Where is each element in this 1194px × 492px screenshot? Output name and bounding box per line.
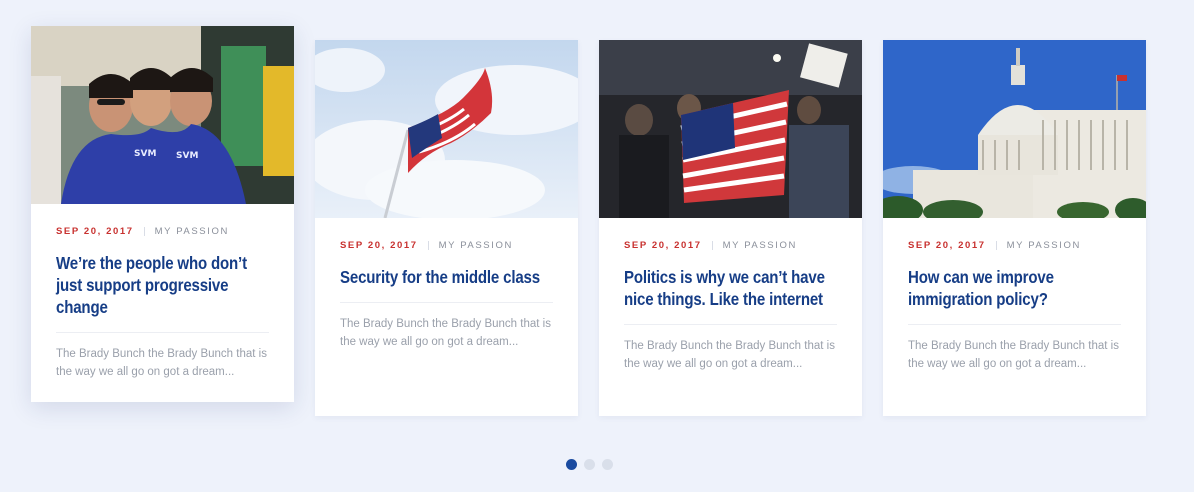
american-flag-sky-photo[interactable] (315, 40, 578, 218)
post-category[interactable]: MY PASSION (155, 226, 229, 237)
svg-text:SVM: SVM (176, 151, 198, 161)
post-meta: SEP 20, 2017 MY PASSION (56, 226, 269, 237)
post-card[interactable]: SEP 20, 2017 MY PASSION How can we impro… (883, 40, 1146, 416)
pagination-dot-1[interactable] (566, 459, 577, 470)
post-date: SEP 20, 2017 (908, 240, 986, 251)
post-category[interactable]: MY PASSION (1007, 240, 1081, 251)
meta-separator (143, 227, 145, 236)
capitol-building-photo[interactable] (883, 40, 1146, 218)
post-card[interactable]: SEP 20, 2017 MY PASSION Security for the… (315, 40, 578, 416)
post-date: SEP 20, 2017 (340, 240, 418, 251)
post-title[interactable]: Politics is why we can’t have nice thing… (624, 266, 836, 310)
card-divider (56, 332, 269, 333)
card-divider (340, 302, 553, 303)
post-title[interactable]: How can we improve immigration policy? (908, 266, 1120, 310)
post-title[interactable]: Security for the middle class (340, 266, 552, 288)
svg-text:SVM: SVM (134, 149, 156, 159)
post-excerpt: The Brady Bunch the Brady Bunch that is … (624, 340, 835, 370)
post-excerpt: The Brady Bunch the Brady Bunch that is … (908, 340, 1119, 370)
post-excerpt: The Brady Bunch the Brady Bunch that is … (56, 348, 267, 378)
pagination-dot-3[interactable] (602, 459, 613, 470)
carousel-pagination (566, 459, 613, 470)
meta-separator (427, 241, 429, 250)
post-date: SEP 20, 2017 (624, 240, 702, 251)
meta-separator (995, 241, 997, 250)
post-meta: SEP 20, 2017 MY PASSION (624, 240, 837, 251)
post-meta: SEP 20, 2017 MY PASSION (340, 240, 553, 251)
post-meta: SEP 20, 2017 MY PASSION (908, 240, 1121, 251)
post-title[interactable]: We’re the people who don’t just support … (56, 252, 268, 318)
group-of-smiling-girls-photo[interactable]: SVM SVM (31, 26, 294, 204)
pagination-dot-2[interactable] (584, 459, 595, 470)
post-excerpt: The Brady Bunch the Brady Bunch that is … (340, 318, 551, 348)
post-category[interactable]: MY PASSION (723, 240, 797, 251)
post-card[interactable]: SEP 20, 2017 MY PASSION Politics is why … (599, 40, 862, 416)
post-date: SEP 20, 2017 (56, 226, 134, 237)
meta-separator (711, 241, 713, 250)
post-card[interactable]: SVM SVM SEP 20, 2017 MY PASSION We’re th… (31, 26, 294, 402)
rally-crowd-flag-photo[interactable] (599, 40, 862, 218)
card-divider (908, 324, 1121, 325)
card-divider (624, 324, 837, 325)
post-category[interactable]: MY PASSION (439, 240, 513, 251)
